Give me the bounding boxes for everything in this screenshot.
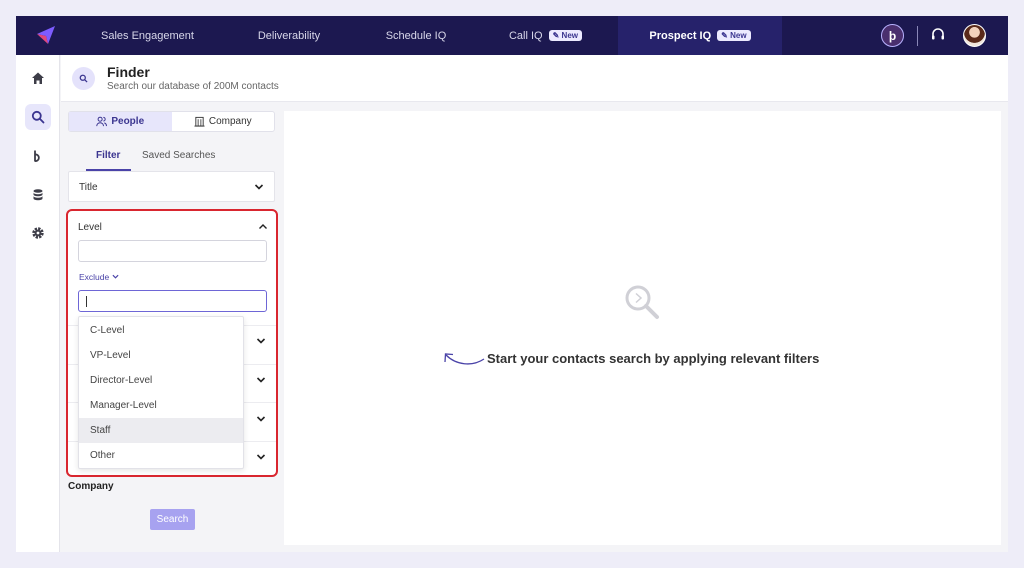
sidebar-item-home[interactable] — [25, 65, 51, 91]
page-title: Finder — [107, 64, 150, 80]
nav-item-prospect-iq[interactable]: Prospect IQ ✎ New — [618, 16, 782, 55]
title-filter[interactable]: Title — [68, 171, 275, 202]
search-icon — [31, 110, 45, 124]
nav-item-schedule-iq[interactable]: Schedule IQ — [359, 16, 473, 55]
exclude-label: Exclude — [79, 272, 110, 282]
level-option-staff[interactable]: Staff — [79, 418, 243, 443]
gear-icon — [32, 227, 44, 239]
people-toggle-button[interactable]: People — [69, 112, 172, 131]
level-option-manager-level[interactable]: Manager-Level — [79, 393, 243, 418]
text-caret — [86, 296, 87, 307]
level-include-input[interactable] — [78, 240, 267, 262]
level-filter-label: Level — [78, 222, 102, 233]
level-option-vp-level[interactable]: VP-Level — [79, 343, 243, 368]
sidebar-item-search[interactable] — [25, 104, 51, 130]
nav-divider — [917, 26, 918, 46]
chevron-down-icon[interactable] — [256, 414, 266, 424]
nav-item-sales-engagement[interactable]: Sales Engagement — [76, 16, 219, 55]
nav-item-deliverability[interactable]: Deliverability — [219, 16, 359, 55]
people-icon — [96, 116, 108, 127]
chevron-down-icon[interactable] — [256, 375, 266, 385]
sidebar-item-brand[interactable] — [25, 143, 51, 169]
curved-arrow-icon — [444, 353, 485, 365]
page-subtitle: Search our database of 200M contacts — [107, 81, 279, 92]
sidebar-item-settings[interactable] — [25, 220, 51, 246]
company-toggle-label: Company — [208, 116, 252, 127]
filter-subtabs: Filter Saved Searches — [68, 147, 275, 171]
chevron-up-icon[interactable] — [258, 222, 268, 232]
user-avatar[interactable] — [963, 24, 986, 47]
finder-search-icon — [72, 67, 95, 90]
title-filter-label: Title — [79, 182, 98, 193]
level-exclude-input[interactable] — [78, 290, 267, 312]
level-option-director-level[interactable]: Director-Level — [79, 368, 243, 393]
nav-item-call-iq[interactable]: Call IQ ✎ New — [473, 16, 618, 55]
chevron-down-icon — [254, 184, 264, 190]
empty-state-message: Start your contacts search by applying r… — [487, 351, 820, 366]
database-icon — [33, 189, 43, 201]
tab-filter[interactable]: Filter — [96, 150, 120, 161]
level-option-other[interactable]: Other — [79, 443, 243, 468]
chevron-down-icon — [112, 274, 119, 279]
nav-item-label: Deliverability — [257, 29, 321, 42]
new-badge: ✎ New — [548, 30, 582, 41]
tab-saved-searches[interactable]: Saved Searches — [142, 150, 215, 161]
search-button[interactable]: Search — [150, 509, 195, 530]
sidebar-item-database[interactable] — [25, 182, 51, 208]
logo-icon[interactable] — [36, 25, 56, 45]
results-panel: Start your contacts search by applying r… — [284, 111, 1001, 545]
level-option-c-level[interactable]: C-Level — [79, 318, 243, 343]
chevron-down-icon[interactable] — [256, 336, 266, 346]
brand-icon — [34, 150, 40, 162]
empty-search-icon — [625, 285, 659, 319]
nav-item-label: Schedule IQ — [385, 29, 447, 42]
home-icon — [32, 72, 44, 84]
level-dropdown-menu: C-Level VP-Level Director-Level Manager-… — [78, 316, 244, 469]
people-toggle-label: People — [111, 116, 145, 127]
nav-item-label: Prospect IQ — [649, 29, 712, 42]
page-header: Finder Search our database of 200M conta… — [61, 55, 1008, 102]
building-icon — [194, 116, 205, 127]
company-toggle-button[interactable]: Company — [172, 112, 275, 131]
chevron-down-icon[interactable] — [256, 452, 266, 462]
company-section-label: Company — [68, 481, 114, 492]
app-frame: Sales Engagement Deliverability Schedule… — [16, 16, 1008, 552]
people-company-toggle: People Company — [68, 111, 275, 132]
exclude-toggle[interactable]: Exclude — [79, 272, 119, 282]
nav-item-label: Sales Engagement — [101, 29, 194, 42]
top-nav: Sales Engagement Deliverability Schedule… — [16, 16, 1008, 55]
sidebar — [16, 55, 60, 552]
nav-item-label: Call IQ — [508, 29, 543, 42]
new-badge: ✎ New — [717, 30, 751, 41]
brand-avatar-button[interactable]: þ — [881, 24, 904, 47]
headset-icon[interactable] — [930, 27, 946, 43]
